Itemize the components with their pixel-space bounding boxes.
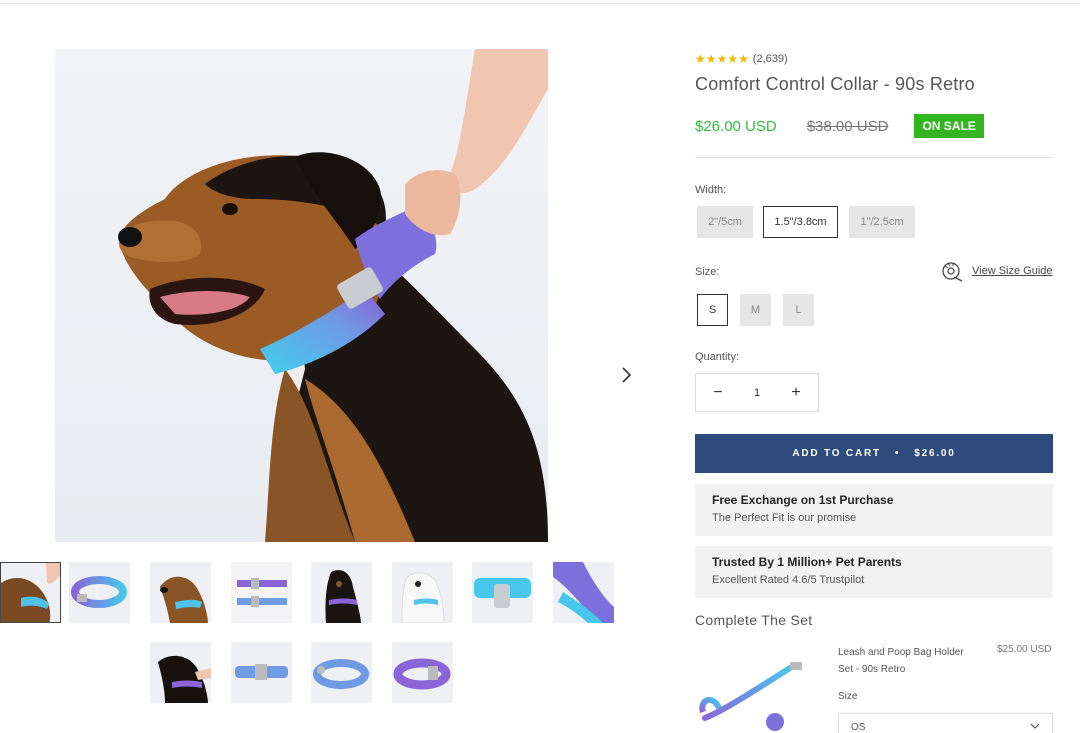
set-size-label: Size — [838, 691, 858, 702]
thumbnail-5[interactable] — [311, 562, 372, 623]
size-option-l[interactable]: L — [783, 294, 814, 326]
review-count: (2,639) — [752, 53, 788, 65]
size-guide-text[interactable]: View Size Guide — [972, 265, 1053, 277]
increase-quantity-button[interactable]: + — [788, 384, 804, 402]
compare-at-price: $38.00 USD — [806, 117, 889, 135]
add-to-cart-button[interactable]: ADD TO CART • $26.00 — [695, 434, 1053, 473]
leash-photo — [699, 662, 802, 731]
dog-wearing-collar-photo — [118, 49, 548, 542]
thumbnail-7[interactable] — [472, 562, 533, 623]
collar-buckle-thumbnail — [472, 562, 533, 623]
thumbnail-9[interactable] — [150, 642, 211, 703]
width-option-1-5in[interactable]: 1.5"/3.8cm — [763, 206, 838, 238]
set-size-select[interactable]: OS — [838, 713, 1053, 733]
set-size-value: OS — [851, 722, 866, 733]
dog-thumbnail — [311, 562, 372, 623]
main-product-image[interactable] — [55, 49, 548, 542]
info-title: Free Exchange on 1st Purchase — [712, 493, 894, 507]
sale-badge: ON SALE — [914, 114, 984, 138]
size-guide-link[interactable]: View Size Guide — [940, 259, 1053, 283]
thumbnail-8[interactable] — [553, 562, 614, 623]
quantity-value[interactable]: 1 — [754, 387, 760, 399]
divider — [695, 157, 1053, 158]
collar-thumbnail — [69, 562, 130, 623]
add-to-cart-label: ADD TO CART — [792, 448, 881, 459]
complete-set-heading: Complete The Set — [695, 612, 813, 628]
set-item-name[interactable]: Leash and Poop Bag Holder Set - 90s Retr… — [838, 644, 978, 678]
dog-thumbnail — [392, 562, 453, 623]
thumbnail-10[interactable] — [231, 642, 292, 703]
price-row: $26.00 USD $38.00 USD ON SALE — [695, 114, 984, 138]
set-item-price: $25.00 USD — [997, 644, 1052, 655]
star-rating-icons: ★★★★★ — [695, 52, 749, 66]
rating-summary[interactable]: ★★★★★ (2,639) — [695, 52, 788, 66]
decrease-quantity-button[interactable]: − — [710, 384, 726, 402]
collar-thumbnail — [231, 642, 292, 703]
top-bar-edge — [0, 0, 1080, 4]
chevron-down-icon — [1030, 723, 1040, 729]
sale-price: $26.00 USD — [695, 117, 777, 135]
thumbnail-1[interactable] — [0, 562, 61, 623]
dog-thumbnail — [150, 562, 211, 623]
quantity-label: Quantity: — [695, 351, 740, 363]
collar-thumbnail — [392, 642, 453, 703]
collar-thumbnail — [311, 642, 372, 703]
width-label: Width: — [695, 184, 727, 196]
size-option-m[interactable]: M — [740, 294, 771, 326]
width-option-2in[interactable]: 2"/5cm — [697, 206, 753, 238]
separator-dot: • — [894, 448, 901, 459]
thumbnail-12[interactable] — [392, 642, 453, 703]
thumbnail-11[interactable] — [311, 642, 372, 703]
leash-product-image[interactable] — [695, 650, 815, 733]
size-label: Size: — [695, 266, 720, 278]
dog-thumbnail — [150, 642, 211, 703]
thumbnail-6[interactable] — [392, 562, 453, 623]
thumbnail-3[interactable] — [150, 562, 211, 623]
collar-closeup-thumbnail — [553, 562, 614, 623]
dog-thumbnail — [1, 563, 60, 622]
info-subtitle: The Perfect Fit is our promise — [712, 512, 857, 524]
info-subtitle: Excellent Rated 4.6/5 Trustpilot — [712, 574, 865, 586]
info-title: Trusted By 1 Million+ Pet Parents — [712, 555, 902, 569]
thumbnail-2[interactable] — [69, 562, 130, 623]
next-image-arrow[interactable] — [612, 361, 640, 389]
product-title: Comfort Control Collar - 90s Retro — [695, 74, 975, 94]
collar-sizes-thumbnail — [231, 562, 292, 623]
chevron-right-icon — [622, 367, 632, 383]
width-option-1in[interactable]: 1"/2.5cm — [849, 206, 915, 238]
measuring-tape-icon — [942, 262, 963, 282]
size-option-s[interactable]: S — [697, 294, 728, 326]
thumbnail-4[interactable] — [231, 562, 292, 623]
quantity-stepper: − 1 + — [695, 373, 819, 412]
trustpilot-box: Trusted By 1 Million+ Pet Parents Excell… — [695, 546, 1053, 598]
free-exchange-box: Free Exchange on 1st Purchase The Perfec… — [695, 484, 1053, 536]
add-to-cart-price: $26.00 — [914, 448, 956, 459]
